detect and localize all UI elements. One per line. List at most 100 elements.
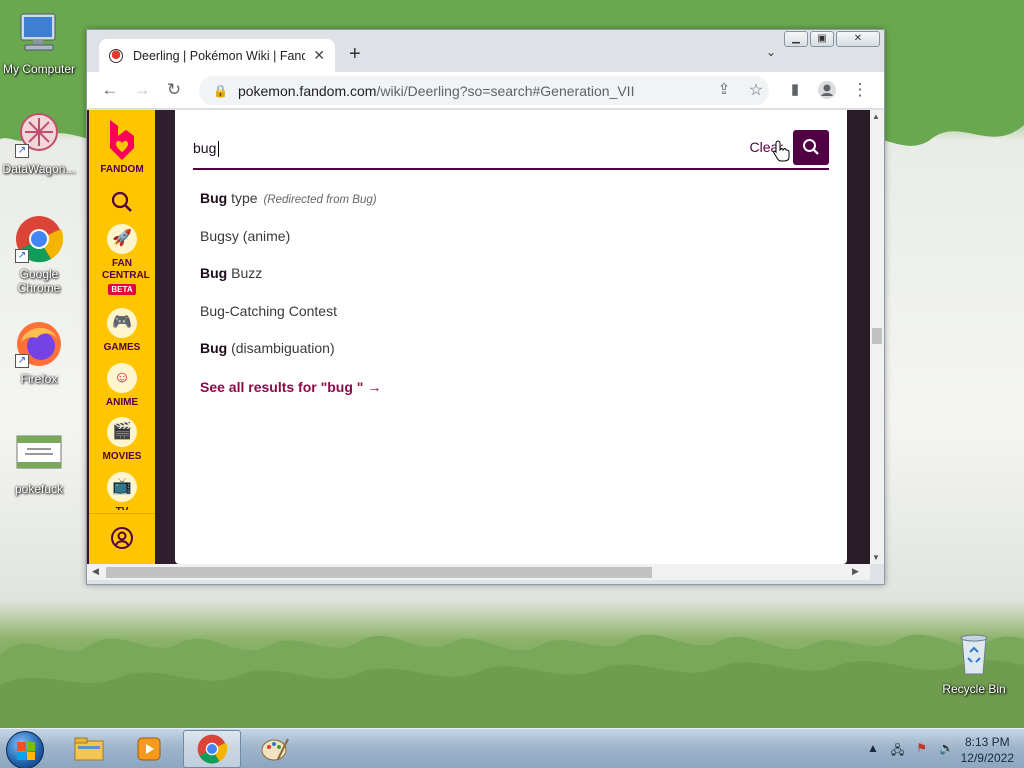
start-button[interactable] xyxy=(6,731,44,768)
suggestion-item[interactable]: Bug type (Redirected from Bug) xyxy=(200,190,377,228)
url-path: /wiki/Deerling?so=search#Generation_VII xyxy=(376,82,635,99)
search-submit-button[interactable] xyxy=(793,130,829,165)
desktop-icon-label: My Computer xyxy=(2,62,76,76)
network-icon[interactable]: 🖧 xyxy=(891,741,904,762)
system-tray: ▲ 🖧 ⚑ 🔊 xyxy=(867,741,954,762)
search-modal: bug Clear Bug type (Redirected from Bug)… xyxy=(175,110,847,564)
hand-cursor-icon xyxy=(773,140,790,162)
media-player-taskbar-icon[interactable] xyxy=(120,730,178,768)
desktop-icon-firefox[interactable]: ↗ Firefox xyxy=(1,320,77,386)
bookmark-star-icon[interactable]: ☆ xyxy=(745,80,767,100)
side-panel-icon[interactable]: ▮ xyxy=(784,80,806,98)
rocket-icon: 🚀 xyxy=(107,224,137,254)
clock-date: 12/9/2022 xyxy=(960,751,1014,765)
tab-title: Deerling | Pokémon Wiki | Fandom xyxy=(133,48,306,63)
tab-strip: Deerling | Pokémon Wiki | Fandom ✕ + ⌄ ▁… xyxy=(87,30,884,72)
tab-search-chevron-icon[interactable]: ⌄ xyxy=(766,45,776,59)
volume-icon[interactable]: 🔊 xyxy=(939,741,954,762)
show-hidden-icons-icon[interactable]: ▲ xyxy=(867,741,879,762)
explorer-taskbar-icon[interactable] xyxy=(60,730,118,768)
url-host: pokemon.fandom.com xyxy=(237,82,377,99)
desktop-icon-label: Firefox xyxy=(20,372,58,386)
sidebar-item-anime[interactable]: ☺ ANIME xyxy=(89,363,155,408)
tab-close-icon[interactable]: ✕ xyxy=(313,47,325,64)
horizontal-scroll-thumb[interactable] xyxy=(106,567,652,578)
lock-icon: 🔒 xyxy=(213,83,228,98)
desktop-icon-recycle-bin[interactable]: Recycle Bin xyxy=(936,630,1012,696)
scroll-up-icon[interactable]: ▲ xyxy=(872,112,880,121)
computer-icon xyxy=(15,10,63,58)
desktop-icon-google-chrome[interactable]: ↗ Google Chrome xyxy=(1,215,77,295)
shortcut-arrow-icon: ↗ xyxy=(15,249,29,263)
sidebar-item-movies[interactable]: 🎬 MOVIES xyxy=(89,417,155,462)
vertical-scrollbar[interactable]: ▲ ▼ xyxy=(870,110,884,564)
sidebar-item-label: MOVIES xyxy=(102,451,142,462)
firefox-icon: ↗ xyxy=(15,320,63,368)
profile-avatar-icon[interactable] xyxy=(816,80,838,105)
browser-toolbar: ← → ↻ 🔒 pokemon.fandom.com/wiki/Deerling… xyxy=(87,72,884,109)
suggestion-item[interactable]: Bug Buzz xyxy=(200,265,377,303)
chrome-icon: ↗ xyxy=(15,215,64,263)
fandom-heart-logo-icon xyxy=(104,118,140,160)
fandom-logo-label: FANDOM xyxy=(100,164,144,175)
address-bar[interactable]: 🔒 pokemon.fandom.com/wiki/Deerling?so=se… xyxy=(199,76,769,105)
search-suggestions: Bug type (Redirected from Bug) Bugsy (an… xyxy=(200,190,377,378)
sidebar-item-label: FAN CENTRAL xyxy=(102,258,150,281)
sidebar-item-games[interactable]: 🎮 GAMES xyxy=(89,308,155,353)
horizontal-scrollbar[interactable]: ◀ ▶ xyxy=(87,564,870,580)
suggestion-item[interactable]: Bugsy (anime) xyxy=(200,228,377,266)
maximize-icon[interactable]: ▣ xyxy=(810,31,834,47)
more-menu-icon[interactable]: ⋮ xyxy=(849,80,871,100)
fandom-logo[interactable]: FANDOM xyxy=(89,118,155,175)
reload-icon[interactable]: ↻ xyxy=(163,80,185,100)
datawagon-icon: ↗ xyxy=(15,110,63,158)
scroll-right-icon[interactable]: ▶ xyxy=(852,566,859,577)
new-tab-icon[interactable]: + xyxy=(349,43,361,66)
forward-arrow-icon[interactable]: → xyxy=(131,80,153,100)
desktop-icon-label: DataWagon... xyxy=(2,162,76,176)
shortcut-arrow-icon: ↗ xyxy=(15,144,29,158)
shortcut-arrow-icon: ↗ xyxy=(15,354,29,368)
sidebar-search-icon[interactable] xyxy=(89,190,155,217)
chrome-window: Deerling | Pokémon Wiki | Fandom ✕ + ⌄ ▁… xyxy=(86,29,885,585)
scroll-down-icon[interactable]: ▼ xyxy=(872,553,880,562)
beta-badge: BETA xyxy=(108,284,136,295)
desktop-icon-my-computer[interactable]: My Computer xyxy=(1,10,77,76)
sidebar-item-fan-central[interactable]: 🚀 FAN CENTRAL BETA xyxy=(89,224,155,295)
sidebar-divider xyxy=(89,513,155,514)
sidebar-item-tv[interactable]: 📺 TV xyxy=(89,472,155,510)
suggestion-item[interactable]: Bug (disambiguation) xyxy=(200,340,377,378)
user-account-icon[interactable] xyxy=(89,526,155,553)
see-all-results-link[interactable]: See all results for "bug " → xyxy=(200,379,381,395)
paint-taskbar-icon[interactable] xyxy=(246,730,304,768)
search-query[interactable]: bug xyxy=(193,140,220,158)
desktop-icon-pokefuck[interactable]: pokefuck xyxy=(1,430,77,496)
tab-deerling[interactable]: Deerling | Pokémon Wiki | Fandom ✕ xyxy=(99,39,335,72)
sidebar-item-label: ANIME xyxy=(105,397,139,408)
pokeball-favicon-icon xyxy=(109,48,123,63)
desktop-icon-label: pokefuck xyxy=(14,482,64,496)
tv-icon: 📺 xyxy=(107,472,137,502)
desktop-icon-label: Google Chrome xyxy=(17,267,61,295)
close-window-icon[interactable]: ✕ xyxy=(836,31,880,47)
window-controls: ▁ ▣ ✕ xyxy=(784,31,880,47)
back-arrow-icon[interactable]: ← xyxy=(99,80,121,100)
desktop-icon-datawagon[interactable]: ↗ DataWagon... xyxy=(1,110,77,176)
suggestion-item[interactable]: Bug-Catching Contest xyxy=(200,303,377,341)
anime-face-icon: ☺ xyxy=(107,363,137,393)
vertical-scroll-thumb[interactable] xyxy=(872,328,882,344)
sidebar-item-label: GAMES xyxy=(103,342,141,353)
share-icon[interactable]: ⇪ xyxy=(713,80,735,98)
taskbar: ▲ 🖧 ⚑ 🔊 8:13 PM 12/9/2022 xyxy=(0,728,1024,768)
scroll-left-icon[interactable]: ◀ xyxy=(92,566,99,577)
clock-time: 8:13 PM xyxy=(964,735,1010,749)
windows-logo-icon xyxy=(17,742,35,760)
system-clock[interactable]: 8:13 PM 12/9/2022 xyxy=(961,734,1014,766)
recycle-bin-icon xyxy=(950,630,998,678)
search-input[interactable]: bug Clear xyxy=(193,130,829,170)
minimize-icon[interactable]: ▁ xyxy=(784,31,808,47)
action-center-flag-icon[interactable]: ⚑ xyxy=(916,741,927,762)
image-file-icon xyxy=(15,430,63,478)
fandom-global-nav: FANDOM 🚀 FAN CENTRAL BETA 🎮 GAMES ☺ ANIM… xyxy=(89,110,155,564)
chrome-taskbar-icon[interactable] xyxy=(183,730,241,768)
